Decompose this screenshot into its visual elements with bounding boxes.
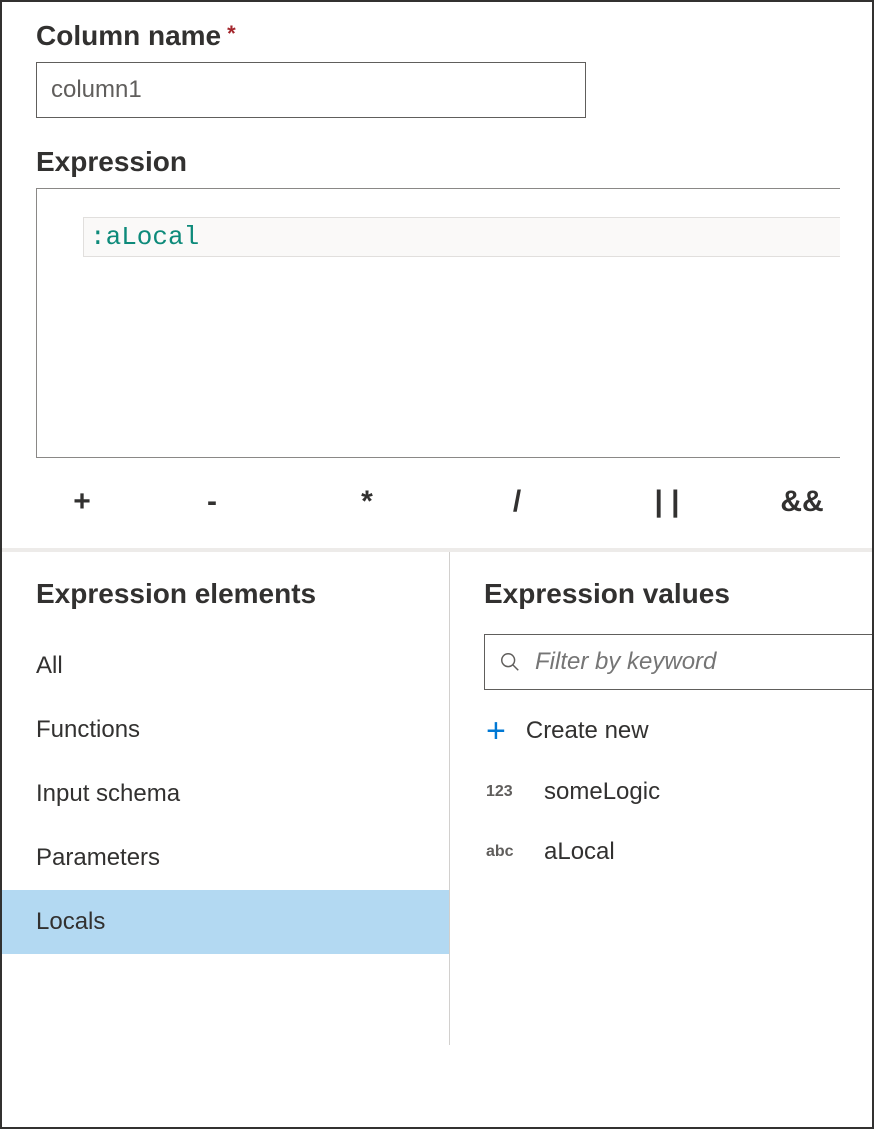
top-section: Column name * Expression :aLocal (2, 2, 872, 458)
operator-minus-button[interactable]: - (132, 477, 292, 527)
operator-plus-button[interactable]: + (32, 477, 132, 527)
expression-elements-title: Expression elements (36, 578, 449, 610)
expression-values-title: Expression values (484, 578, 872, 610)
plus-icon: + (486, 714, 506, 748)
expression-builder-panel: Column name * Expression :aLocal + - * /… (0, 0, 874, 1129)
search-icon (499, 651, 521, 673)
element-item-locals[interactable]: Locals (2, 890, 449, 954)
numeric-type-icon: 123 (486, 783, 520, 801)
filter-search-box[interactable] (484, 634, 874, 690)
element-item-parameters[interactable]: Parameters (2, 826, 449, 890)
expression-editor[interactable]: :aLocal (36, 188, 840, 458)
operator-and-button[interactable]: && (742, 477, 862, 527)
filter-search-input[interactable] (533, 647, 860, 677)
create-new-button[interactable]: + Create new (484, 690, 872, 762)
value-name: aLocal (544, 838, 615, 866)
operator-or-button[interactable]: | | (592, 477, 742, 527)
column-name-input[interactable] (36, 62, 586, 118)
required-star-icon: * (227, 21, 236, 47)
expression-elements-pane: Expression elements All Functions Input … (2, 552, 450, 1045)
value-item-alocal[interactable]: abc aLocal (484, 822, 872, 882)
string-type-icon: abc (486, 843, 520, 861)
column-name-label: Column name * (36, 20, 838, 52)
expression-content[interactable]: :aLocal (83, 217, 840, 257)
operator-toolbar: + - * / | | && (2, 458, 872, 546)
expression-label: Expression (36, 146, 838, 178)
operator-multiply-button[interactable]: * (292, 477, 442, 527)
create-new-label: Create new (526, 717, 649, 745)
value-item-somelogic[interactable]: 123 someLogic (484, 762, 872, 822)
column-name-label-text: Column name (36, 20, 221, 52)
elements-list: All Functions Input schema Parameters Lo… (2, 634, 449, 954)
value-name: someLogic (544, 778, 660, 806)
operator-divide-button[interactable]: / (442, 477, 592, 527)
bottom-section: Expression elements All Functions Input … (2, 552, 872, 1045)
expression-values-pane: Expression values + Create new 123 someL… (450, 552, 872, 1045)
element-item-functions[interactable]: Functions (2, 698, 449, 762)
element-item-input-schema[interactable]: Input schema (2, 762, 449, 826)
element-item-all[interactable]: All (2, 634, 449, 698)
